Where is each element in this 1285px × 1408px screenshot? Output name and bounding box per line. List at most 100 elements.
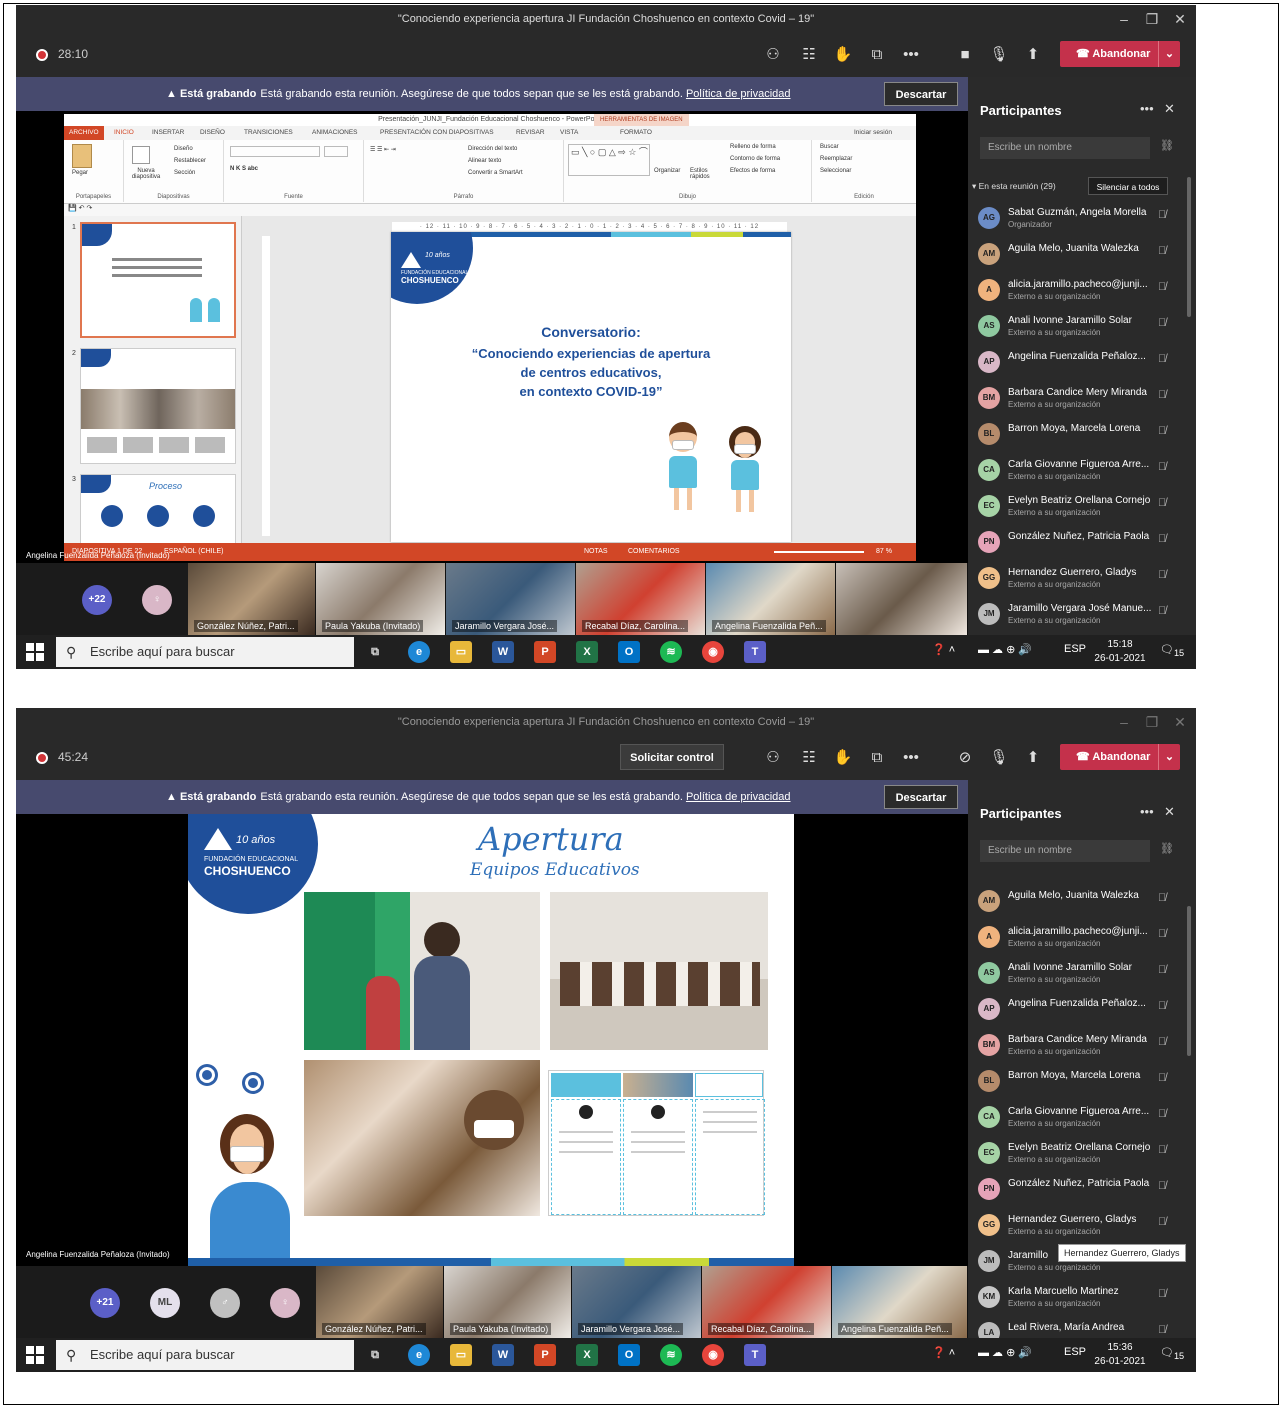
participant-search-input[interactable]: Escribe un nombre — [980, 840, 1150, 862]
participant-row[interactable]: AG Sabat Guzmán, Angela Morella Organizado… — [968, 201, 1196, 237]
windows-start-icon[interactable] — [26, 1346, 44, 1364]
help-icon[interactable]: ❓ ˄ — [932, 1346, 955, 1359]
explorer-icon[interactable]: ▭ — [450, 641, 472, 663]
thumb-slide-1[interactable] — [80, 222, 236, 338]
participant-row[interactable]: PN González Nuñez, Patricia Paola 🎙̸ — [968, 525, 1196, 561]
participant-row[interactable]: PN González Nuñez, Patricia Paola 🎙̸ — [968, 1172, 1196, 1208]
spotify-icon[interactable]: ≋ — [660, 1344, 682, 1366]
notes-button[interactable]: NOTAS — [584, 543, 608, 561]
comments-button[interactable]: COMENTARIOS — [628, 543, 680, 561]
smartart-label[interactable]: Convertir a SmartArt — [468, 170, 523, 176]
raise-hand-icon[interactable]: ✋ — [832, 45, 854, 65]
participant-row[interactable]: KM Karla Marcuello Martinez Externo a su o… — [968, 1280, 1196, 1316]
layout-label[interactable]: Diseño — [174, 146, 193, 152]
thumb-slide-3[interactable]: Proceso — [80, 474, 236, 544]
tab-presentacion[interactable]: PRESENTACIÓN CON DIAPOSITIVAS — [380, 129, 494, 136]
chevron-down-icon[interactable]: ⌄ — [1158, 744, 1180, 770]
participant-row[interactable]: GG Hernandez Guerrero, Gladys Externo a su… — [968, 1208, 1196, 1244]
mute-all-button[interactable]: Silenciar a todos — [1088, 177, 1168, 195]
quick-access-toolbar[interactable]: 💾 ↶ ↷ — [64, 204, 916, 216]
tab-transiciones[interactable]: TRANSICIONES — [244, 129, 293, 136]
video-tile[interactable]: Jaramillo Vergara José... — [572, 1266, 702, 1338]
tab-revisar[interactable]: REVISAR — [516, 129, 545, 136]
powerpoint-icon[interactable]: P — [534, 641, 556, 663]
tab-inicio[interactable]: INICIO — [114, 129, 134, 136]
more-icon[interactable]: ••• — [900, 748, 922, 768]
participant-row[interactable]: AS Anali Ivonne Jaramillo Solar Externo a … — [968, 309, 1196, 345]
new-slide-icon[interactable] — [132, 146, 150, 164]
leave-button[interactable]: ☎ Abandonar ⌄ — [1060, 744, 1180, 770]
word-icon[interactable]: W — [492, 641, 514, 663]
excel-icon[interactable]: X — [576, 1344, 598, 1366]
participant-row[interactable]: Aalicia.jaramillo.pacheco@junji... Extern… — [968, 920, 1196, 956]
shapes-gallery[interactable]: ▭ ╲ ○ ▢ △ ⇨ ☆ ⌒ — [568, 144, 650, 176]
help-icon[interactable]: ❓ ˄ — [932, 643, 955, 656]
more-icon[interactable]: ••• — [900, 45, 922, 65]
camera-off-icon[interactable]: ⊘ — [954, 748, 976, 768]
participant-row[interactable]: BL Barron Moya, Marcela Lorena 🎙̸ — [968, 417, 1196, 453]
teams-icon[interactable]: T — [744, 641, 766, 663]
shape-outline-label[interactable]: Contorno de forma — [730, 156, 780, 162]
excel-icon[interactable]: X — [576, 641, 598, 663]
video-tile[interactable]: Recabal Díaz, Carolina... — [702, 1266, 832, 1338]
request-control-button[interactable]: Solicitar control — [620, 744, 724, 770]
powerpoint-icon[interactable]: P — [534, 1344, 556, 1366]
link-icon[interactable]: ⛓ — [1160, 139, 1174, 152]
chat-icon[interactable]: ☷ — [798, 748, 820, 768]
chat-icon[interactable]: ☷ — [798, 45, 820, 65]
tab-vista[interactable]: VISTA — [560, 129, 578, 136]
wifi-icon[interactable]: ▬ ☁ ⊕ 🔊 — [978, 643, 1032, 656]
mic-icon[interactable]: 🎙 — [988, 45, 1010, 65]
rooms-icon[interactable]: ⧉ — [866, 45, 888, 65]
maximize-icon[interactable]: ❐ — [1138, 708, 1166, 736]
minimize-icon[interactable]: – — [1110, 708, 1138, 736]
tab-diseno[interactable]: DISEÑO — [200, 129, 225, 136]
explorer-icon[interactable]: ▭ — [450, 1344, 472, 1366]
video-tile[interactable]: Angelina Fuenzalida Peñ... — [706, 563, 836, 635]
task-view-icon[interactable]: ⧉ — [364, 1344, 386, 1366]
dismiss-button[interactable]: Descartar — [884, 785, 958, 809]
tab-insertar[interactable]: INSERTAR — [152, 129, 184, 136]
notification-icon[interactable]: 🗨15 — [1160, 643, 1184, 658]
close-icon[interactable]: ✕ — [1166, 708, 1194, 736]
notification-icon[interactable]: 🗨15 — [1160, 1346, 1184, 1361]
taskbar-search[interactable]: ⚲ Escribe aquí para buscar — [56, 637, 354, 667]
font-name-input[interactable] — [230, 146, 320, 157]
video-tile[interactable]: Paula Yakuba (Invitado) — [444, 1266, 572, 1338]
rooms-icon[interactable]: ⧉ — [866, 748, 888, 768]
video-tile[interactable]: Angelina Fuenzalida Peñ... — [832, 1266, 968, 1338]
participant-row[interactable]: LA Leal Rivera, María Andrea 🎙̸ — [968, 1316, 1196, 1338]
zoom-slider[interactable] — [774, 551, 864, 553]
minimize-icon[interactable]: – — [1110, 5, 1138, 33]
edge-icon[interactable]: e — [408, 1344, 430, 1366]
thumb-slide-2[interactable] — [80, 348, 236, 464]
share-icon[interactable]: ⬆ — [1022, 748, 1044, 768]
raise-hand-icon[interactable]: ✋ — [832, 748, 854, 768]
paste-icon[interactable] — [72, 144, 92, 168]
participant-row[interactable]: EC Evelyn Beatriz Orellana Cornejo Externo… — [968, 1136, 1196, 1172]
quick-styles-label[interactable]: Estilos rápidos — [690, 168, 720, 180]
participant-row[interactable]: CA Carla Giovanne Figueroa Arre... Externo… — [968, 453, 1196, 489]
section-label[interactable]: Sección — [174, 170, 195, 176]
windows-start-icon[interactable] — [26, 643, 44, 661]
maximize-icon[interactable]: ❐ — [1138, 5, 1166, 33]
dismiss-button[interactable]: Descartar — [884, 82, 958, 106]
share-icon[interactable]: ⬆ — [1022, 45, 1044, 65]
tab-formato[interactable]: FORMATO — [620, 129, 652, 136]
font-size-input[interactable] — [324, 146, 348, 157]
zoom-level[interactable]: 87 % — [876, 543, 892, 561]
participant-row[interactable]: AP Angelina Fuenzalida Peñaloz... 🎙̸ — [968, 345, 1196, 381]
text-direction-label[interactable]: Dirección del texto — [468, 146, 517, 152]
mic-icon[interactable]: 🎙 — [988, 748, 1010, 768]
arrange-label[interactable]: Organizar — [654, 168, 680, 174]
teams-icon[interactable]: T — [744, 1344, 766, 1366]
participant-row[interactable]: Aalicia.jaramillo.pacheco@junji... Extern… — [968, 273, 1196, 309]
align-text-label[interactable]: Alinear texto — [468, 158, 501, 164]
participant-row[interactable]: CA Carla Giovanne Figueroa Arre... Externo… — [968, 1100, 1196, 1136]
select-label[interactable]: Seleccionar — [820, 168, 851, 174]
outlook-icon[interactable]: O — [618, 1344, 640, 1366]
video-tile[interactable]: González Núñez, Patri... — [188, 563, 316, 635]
link-icon[interactable]: ⛓ — [1160, 842, 1174, 855]
people-icon[interactable]: ⚇ — [762, 45, 784, 65]
camera-icon[interactable]: ■ — [954, 45, 976, 65]
